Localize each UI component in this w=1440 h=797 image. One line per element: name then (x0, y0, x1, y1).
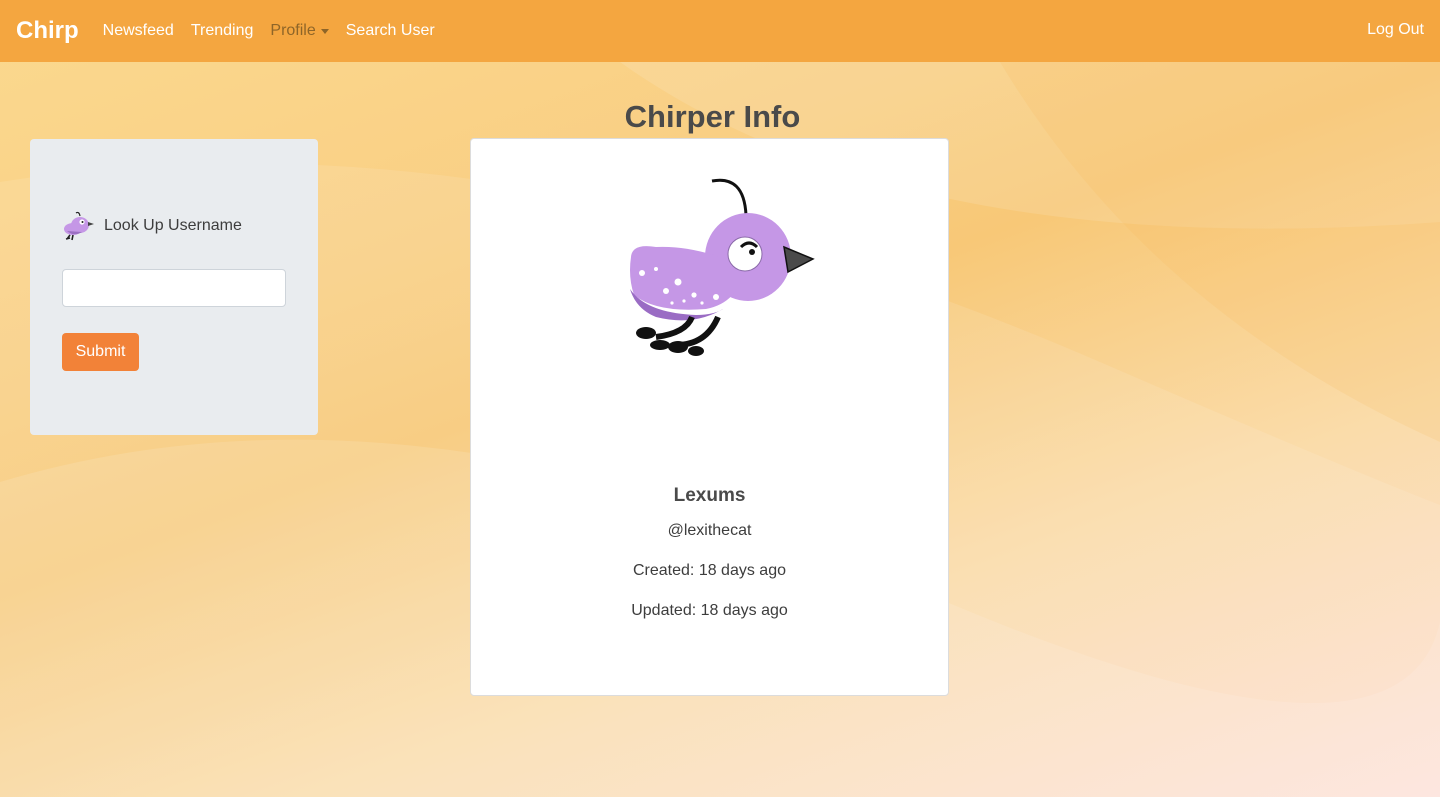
lookup-label: Look Up Username (62, 209, 242, 243)
display-name: Lexums (673, 485, 746, 506)
nav-profile-dropdown[interactable]: Profile (270, 22, 329, 40)
nav-newsfeed[interactable]: Newsfeed (103, 22, 174, 40)
bird-avatar-image (630, 178, 815, 356)
created-date: Created: 18 days ago (633, 562, 786, 579)
nav-trending[interactable]: Trending (191, 22, 254, 40)
top-navbar: Chirp Newsfeed Trending Profile Search U… (0, 0, 1440, 62)
username-handle: @lexithecat (667, 522, 752, 539)
lookup-label-text: Look Up Username (104, 217, 242, 234)
logout-link[interactable]: Log Out (1367, 21, 1424, 39)
username-search-input[interactable] (62, 269, 286, 307)
nav-search-user[interactable]: Search User (346, 22, 435, 40)
page-title: Chirper Info (624, 99, 801, 134)
chevron-down-icon (320, 28, 329, 34)
nav-profile-label: Profile (270, 22, 316, 39)
profile-card: Lexums @lexithecat Created: 18 days ago … (470, 138, 949, 696)
updated-date: Updated: 18 days ago (631, 602, 788, 619)
lookup-panel: Look Up Username Submit (30, 139, 318, 435)
submit-button[interactable]: Submit (62, 333, 139, 371)
bird-icon (64, 211, 94, 241)
brand-logo[interactable]: Chirp (16, 17, 79, 45)
